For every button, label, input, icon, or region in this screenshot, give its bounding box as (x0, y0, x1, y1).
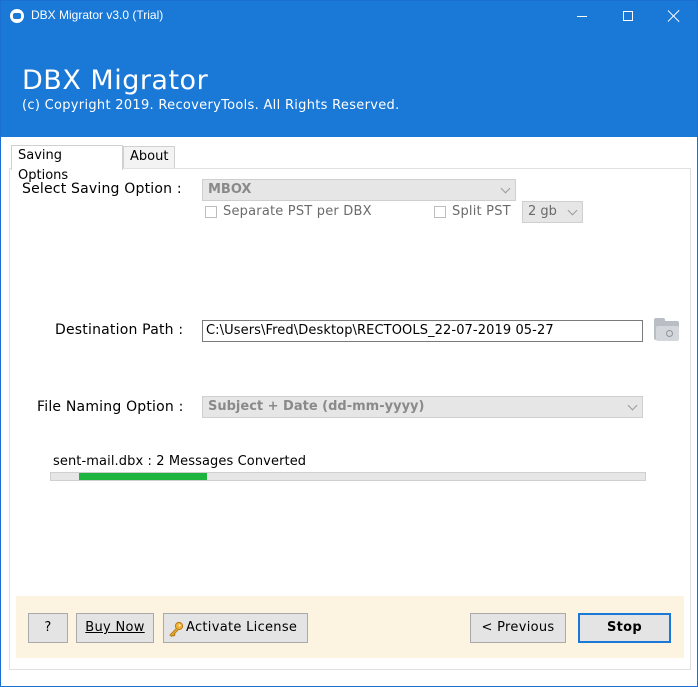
split-size-select[interactable]: 2 gb (522, 201, 583, 223)
title-bar[interactable]: DBX Migrator v3.0 (Trial) (1, 1, 697, 31)
saving-options-panel (9, 168, 691, 670)
chevron-down-icon (567, 205, 578, 216)
copyright-text: (c) Copyright 2019. RecoveryTools. All R… (22, 98, 400, 113)
app-icon (10, 9, 24, 23)
separate-pst-checkbox[interactable] (205, 206, 217, 218)
separate-pst-label: Separate PST per DBX (223, 204, 372, 219)
file-naming-value: Subject + Date (dd-mm-yyyy) (208, 399, 425, 414)
key-icon (169, 621, 184, 637)
saving-option-value: MBOX (208, 182, 252, 197)
activate-license-label: Activate License (186, 620, 298, 635)
browse-folder-icon[interactable] (653, 318, 680, 342)
split-size-value: 2 gb (528, 204, 557, 219)
header-banner: DBX Migrator (c) Copyright 2019. Recover… (1, 31, 697, 137)
window-title: DBX Migrator v3.0 (Trial) (31, 8, 164, 22)
chevron-down-icon (500, 183, 511, 194)
previous-button[interactable]: < Previous (470, 613, 566, 643)
tab-about[interactable]: About (123, 146, 175, 168)
help-button[interactable]: ? (28, 613, 68, 643)
tab-saving-options[interactable]: Saving Options (11, 145, 123, 183)
close-icon (668, 10, 680, 22)
maximize-icon (623, 11, 633, 21)
app-window: DBX Migrator v3.0 (Trial) DBX Migrator (… (0, 0, 698, 687)
maximize-button[interactable] (605, 1, 651, 31)
destination-path-label: Destination Path : (55, 322, 184, 338)
minimize-button[interactable] (559, 1, 605, 31)
saving-option-select[interactable]: MBOX (202, 179, 516, 201)
conversion-status: sent-mail.dbx : 2 Messages Converted (53, 454, 307, 469)
progress-bar (50, 472, 646, 481)
buy-now-label: Buy Now (85, 620, 145, 635)
split-pst-label: Split PST (452, 204, 511, 219)
file-naming-select[interactable]: Subject + Date (dd-mm-yyyy) (202, 396, 643, 418)
split-pst-checkbox[interactable] (434, 206, 446, 218)
stop-button[interactable]: Stop (578, 613, 671, 643)
activate-license-button[interactable]: Activate License (163, 613, 308, 643)
search-icon (666, 330, 673, 337)
progress-fill (79, 473, 207, 480)
close-button[interactable] (651, 1, 697, 31)
chevron-down-icon (627, 400, 638, 411)
buy-now-button[interactable]: Buy Now (76, 613, 154, 643)
destination-path-input[interactable]: C:\Users\Fred\Desktop\RECTOOLS_22-07-201… (202, 320, 643, 342)
app-name: DBX Migrator (22, 65, 209, 96)
minimize-icon (577, 15, 587, 17)
file-naming-label: File Naming Option : (37, 399, 184, 415)
